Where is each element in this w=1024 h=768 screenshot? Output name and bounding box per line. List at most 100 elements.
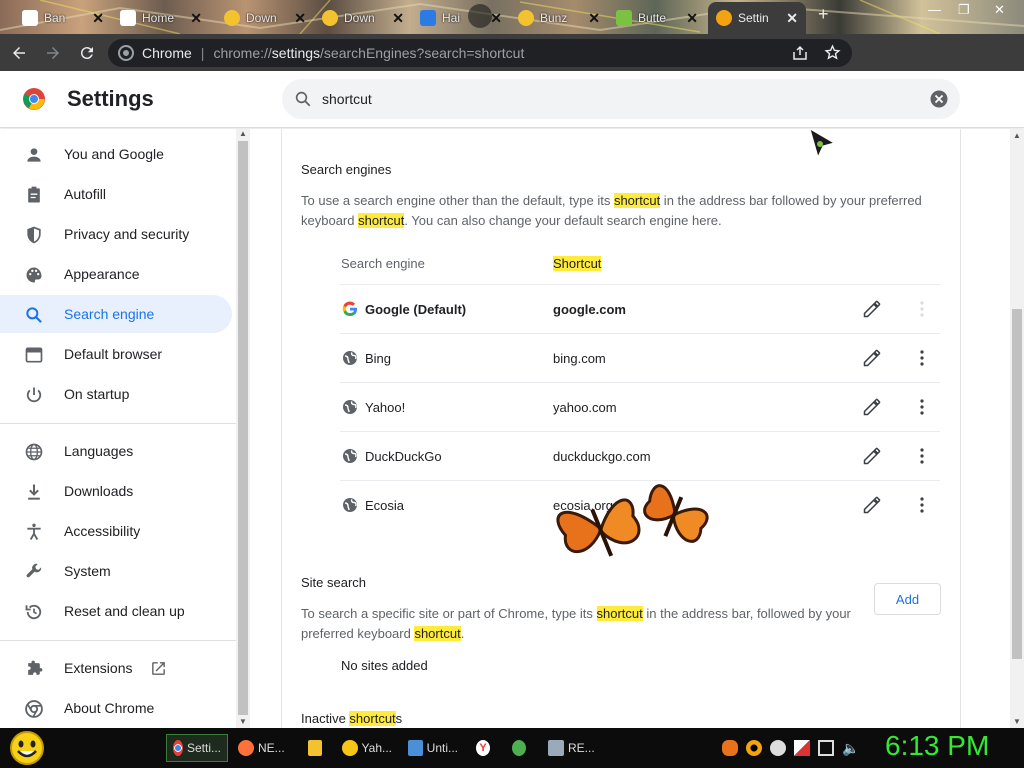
- minimize-icon[interactable]: —: [928, 2, 941, 17]
- close-icon[interactable]: ✕: [294, 10, 306, 27]
- heading-text: s: [395, 711, 403, 726]
- restore-icon[interactable]: ❐: [958, 2, 970, 18]
- sidebar-item-downloads[interactable]: Downloads: [0, 472, 232, 510]
- close-icon[interactable]: ✕: [588, 10, 600, 27]
- tab-favicon: [616, 10, 632, 26]
- new-tab-icon[interactable]: +: [818, 4, 829, 25]
- sidebar-item-languages[interactable]: Languages: [0, 432, 232, 470]
- edit-pencil-icon[interactable]: [862, 495, 882, 515]
- close-icon[interactable]: ✕: [786, 10, 798, 27]
- edit-pencil-icon[interactable]: [862, 397, 882, 417]
- sidebar-item-privacy[interactable]: Privacy and security: [0, 215, 232, 253]
- close-icon[interactable]: ✕: [490, 10, 502, 27]
- edit-pencil-icon[interactable]: [862, 299, 882, 319]
- download-icon: [28, 484, 40, 500]
- sidebar-item-label: Languages: [64, 443, 134, 459]
- clear-search-icon[interactable]: [930, 90, 948, 108]
- sidebar-scrollbar-thumb[interactable]: [238, 141, 248, 715]
- more-vert-icon[interactable]: [912, 397, 932, 417]
- tray-butterfly-icon[interactable]: [722, 740, 738, 756]
- sidebar-item-extensions[interactable]: Extensions: [0, 649, 232, 687]
- taskbar-app-yahoo[interactable]: Yah...: [336, 734, 398, 762]
- taskbar-app-notepad[interactable]: Unti...: [402, 734, 464, 762]
- tray-flag-icon[interactable]: [794, 740, 810, 756]
- more-vert-icon[interactable]: [912, 299, 932, 319]
- close-icon[interactable]: ✕: [92, 10, 104, 27]
- sidebar-item-appearance[interactable]: Appearance: [0, 255, 232, 293]
- window-close-icon[interactable]: ✕: [994, 2, 1005, 18]
- share-icon[interactable]: [792, 45, 808, 61]
- description-text: To use a search engine other than the de…: [301, 193, 614, 208]
- main-scrollbar[interactable]: ▲ ▼: [1010, 129, 1024, 728]
- more-vert-icon[interactable]: [912, 446, 932, 466]
- arrow-right-icon: [47, 46, 59, 59]
- close-icon[interactable]: ✕: [392, 10, 404, 27]
- start-smiley-icon[interactable]: [8, 730, 46, 766]
- history-icon: [25, 604, 42, 620]
- bookmark-star-icon[interactable]: [824, 44, 841, 61]
- sidebar-item-reset[interactable]: Reset and clean up: [0, 592, 232, 630]
- sidebar-item-on-startup[interactable]: On startup: [0, 375, 232, 413]
- accessibility-icon: [27, 523, 41, 540]
- sidebar-item-accessibility[interactable]: Accessibility: [0, 512, 232, 550]
- tab-favicon: [518, 10, 534, 26]
- tab[interactable]: Home ✕: [112, 4, 210, 32]
- forward-button[interactable]: [38, 38, 68, 68]
- more-vert-icon[interactable]: [912, 348, 932, 368]
- shield-icon: [27, 226, 41, 244]
- sidebar-item-about-chrome[interactable]: About Chrome: [0, 689, 232, 727]
- tab[interactable]: Down ✕: [216, 4, 314, 32]
- scroll-down-icon[interactable]: ▼: [239, 717, 247, 726]
- sidebar-item-you-and-google[interactable]: You and Google: [0, 135, 232, 173]
- description-text: .: [460, 626, 465, 641]
- tray-volume-icon[interactable]: 🔈: [842, 740, 859, 756]
- tab[interactable]: Hai ✕: [412, 4, 510, 32]
- taskbar-app-firefox[interactable]: NE...: [232, 734, 294, 762]
- settings-search-input[interactable]: [322, 91, 882, 107]
- address-bar[interactable]: Chrome | chrome://settings/searchEngines…: [108, 39, 852, 67]
- scroll-up-icon[interactable]: ▲: [1013, 131, 1021, 140]
- engine-name: Ecosia: [365, 498, 405, 513]
- settings-search-box[interactable]: [282, 79, 960, 119]
- taskbar-app-green[interactable]: [506, 734, 536, 762]
- sidebar-item-system[interactable]: System: [0, 552, 232, 590]
- tray-search-icon[interactable]: [746, 740, 762, 756]
- engine-name: Bing: [365, 351, 392, 366]
- taskbar-clock[interactable]: 6:13 PM: [885, 730, 989, 762]
- edit-pencil-icon[interactable]: [862, 446, 882, 466]
- back-button[interactable]: [4, 38, 34, 68]
- heading-text: Inactive: [301, 711, 350, 726]
- sidebar-divider: [0, 423, 236, 424]
- tab-favicon: [224, 10, 240, 26]
- sidebar-scrollbar[interactable]: ▲ ▼: [236, 129, 250, 728]
- tab-favicon: [322, 10, 338, 26]
- edit-pencil-icon[interactable]: [862, 348, 882, 368]
- add-site-search-button[interactable]: Add: [874, 583, 941, 615]
- sidebar-item-default-browser[interactable]: Default browser: [0, 335, 232, 373]
- scroll-down-icon[interactable]: ▼: [1013, 717, 1021, 726]
- tab-active[interactable]: Settin ✕: [708, 2, 806, 34]
- notepad-icon: [408, 740, 423, 756]
- close-icon[interactable]: ✕: [686, 10, 698, 27]
- tray-network-icon[interactable]: [818, 740, 834, 756]
- url-path: /searchEngines?search=shortcut: [320, 45, 525, 61]
- more-vert-icon[interactable]: [912, 495, 932, 515]
- reload-button[interactable]: [72, 38, 102, 68]
- close-icon[interactable]: ✕: [190, 10, 202, 27]
- url-separator: |: [200, 45, 205, 61]
- mouse-cursor-icon: [809, 129, 836, 159]
- tray-emoji-icon[interactable]: [770, 740, 786, 756]
- taskbar-app-explorer[interactable]: [302, 734, 332, 762]
- taskbar-app-chrome[interactable]: Setti...: [166, 734, 228, 762]
- taskbar-app-regedit[interactable]: RE...: [542, 734, 604, 762]
- tab-label: Hai: [442, 11, 461, 25]
- taskbar-app-yandex[interactable]: Y: [470, 734, 500, 762]
- scroll-up-icon[interactable]: ▲: [239, 129, 247, 138]
- tab[interactable]: Down ✕: [314, 4, 412, 32]
- tab[interactable]: Butte ✕: [608, 4, 706, 32]
- sidebar-item-autofill[interactable]: Autofill: [0, 175, 232, 213]
- main-scrollbar-thumb[interactable]: [1012, 309, 1022, 659]
- sidebar-item-search-engine[interactable]: Search engine: [0, 295, 232, 333]
- tab[interactable]: Ban ✕: [14, 4, 112, 32]
- tab[interactable]: Bunz ✕: [510, 4, 608, 32]
